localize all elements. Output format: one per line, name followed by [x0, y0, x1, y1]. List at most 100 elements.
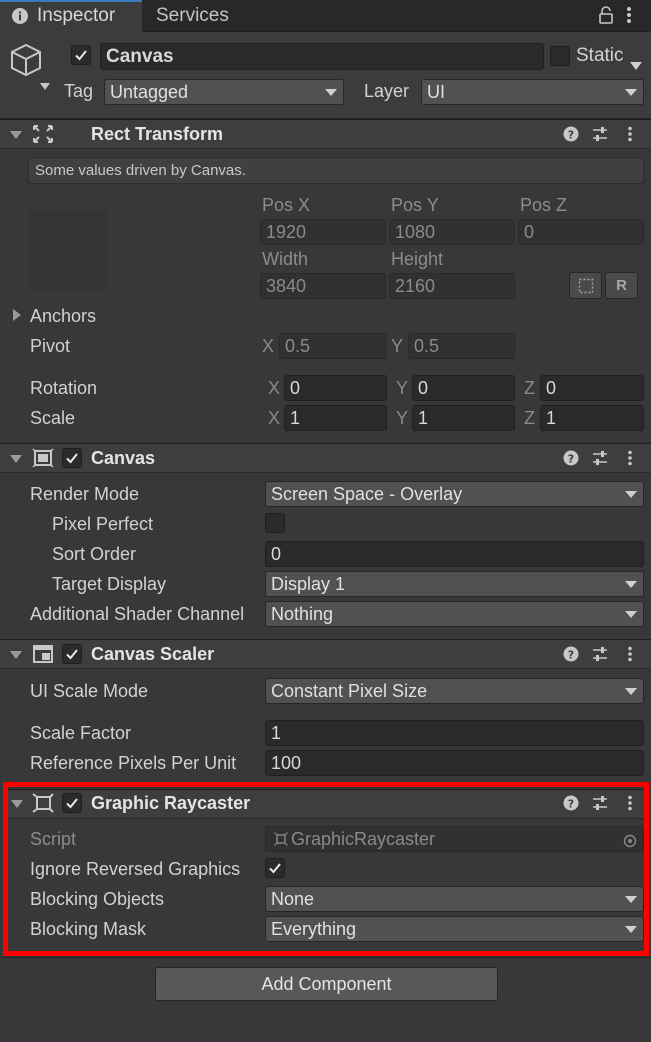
- layer-value: UI: [427, 81, 445, 102]
- tab-inspector-label: Inspector: [37, 5, 116, 26]
- canvas-scaler-title: Canvas Scaler: [91, 644, 215, 664]
- help-icon[interactable]: ?: [563, 646, 579, 667]
- help-icon[interactable]: ?: [563, 795, 579, 816]
- width-field[interactable]: 3840: [260, 273, 386, 299]
- tab-services[interactable]: Services: [156, 5, 229, 27]
- static-dropdown-caret-icon[interactable]: [630, 54, 642, 75]
- kebab-menu-icon[interactable]: [626, 6, 632, 29]
- render-mode-value: Screen Space - Overlay: [271, 483, 463, 504]
- layer-label: Layer: [364, 81, 410, 101]
- preset-sliders-icon[interactable]: [592, 450, 608, 471]
- layer-dropdown[interactable]: UI: [421, 79, 644, 105]
- preset-sliders-icon[interactable]: [592, 795, 608, 816]
- render-mode-dropdown[interactable]: Screen Space - Overlay: [265, 481, 644, 507]
- rect-transform-foldout-icon[interactable]: [10, 131, 22, 139]
- canvas-enabled-checkbox[interactable]: [62, 448, 82, 468]
- static-checkbox[interactable]: [550, 46, 570, 66]
- scale-y-field[interactable]: 1: [412, 405, 515, 431]
- blocking-objects-dropdown[interactable]: None: [265, 886, 644, 912]
- anchors-label[interactable]: Anchors: [30, 306, 96, 327]
- canvas-icon: [32, 448, 54, 468]
- scale-x-axis-label: X: [268, 408, 281, 428]
- script-field[interactable]: GraphicRaycaster: [265, 826, 644, 852]
- canvas-scaler-enabled-checkbox[interactable]: [62, 644, 82, 664]
- svg-text:?: ?: [568, 129, 574, 142]
- render-mode-label: Render Mode: [30, 484, 140, 504]
- canvas-scaler-icon: [32, 644, 54, 664]
- preset-sliders-icon[interactable]: [592, 646, 608, 667]
- pixel-perfect-checkbox[interactable]: [265, 513, 285, 533]
- script-label: Script: [30, 829, 77, 849]
- pivot-y-axis-label: Y: [391, 336, 404, 356]
- divider: [0, 957, 651, 958]
- chevron-down-icon: [625, 491, 637, 498]
- help-icon[interactable]: ?: [563, 450, 579, 471]
- scale-factor-field[interactable]: 1: [265, 720, 644, 746]
- pos-y-field[interactable]: 1080: [389, 219, 515, 245]
- pos-z-label: Pos Z: [520, 195, 568, 215]
- ignore-reversed-label: Ignore Reversed Graphics: [30, 859, 241, 879]
- anchors-foldout-icon[interactable]: [13, 309, 21, 321]
- chevron-down-icon: [625, 896, 637, 903]
- component-menu-icon[interactable]: [627, 646, 633, 667]
- scale-label: Scale: [30, 408, 76, 428]
- pivot-x-field[interactable]: 0.5: [279, 333, 386, 359]
- pos-z-field[interactable]: 0: [518, 219, 644, 245]
- ignore-reversed-checkbox[interactable]: [265, 858, 285, 878]
- graphic-raycaster-enabled-checkbox[interactable]: [62, 793, 82, 813]
- height-field[interactable]: 2160: [389, 273, 515, 299]
- object-name-field[interactable]: Canvas: [100, 43, 544, 70]
- rotation-x-field[interactable]: 0: [284, 375, 387, 401]
- component-menu-icon[interactable]: [627, 450, 633, 471]
- raw-edit-label: R: [616, 277, 627, 294]
- script-icon: [274, 832, 288, 846]
- rotation-y-field[interactable]: 0: [412, 375, 515, 401]
- object-picker-icon[interactable]: [623, 832, 637, 851]
- rotation-z-field[interactable]: 0: [540, 375, 644, 401]
- shader-channels-dropdown[interactable]: Nothing: [265, 601, 644, 627]
- sort-order-field[interactable]: 0: [265, 541, 644, 567]
- ref-ppu-label: Reference Pixels Per Unit: [30, 753, 237, 773]
- raw-edit-mode-button[interactable]: R: [605, 272, 638, 299]
- blocking-mask-dropdown[interactable]: Everything: [265, 916, 644, 942]
- add-component-button[interactable]: Add Component: [155, 967, 498, 1001]
- canvas-title: Canvas: [91, 448, 156, 468]
- scale-x-field[interactable]: 1: [284, 405, 387, 431]
- width-label: Width: [262, 249, 309, 269]
- target-display-dropdown[interactable]: Display 1: [265, 571, 644, 597]
- scale-factor-label: Scale Factor: [30, 723, 132, 743]
- ui-scale-mode-dropdown[interactable]: Constant Pixel Size: [265, 678, 644, 704]
- shader-channels-value: Nothing: [271, 603, 334, 624]
- target-display-label: Target Display: [52, 574, 167, 594]
- tag-dropdown[interactable]: Untagged: [104, 79, 344, 105]
- ref-ppu-field[interactable]: 100: [265, 750, 644, 776]
- gameobject-cube-icon[interactable]: [10, 43, 42, 82]
- graphic-raycaster-foldout-icon[interactable]: [11, 800, 23, 808]
- rect-transform-title: Rect Transform: [91, 124, 224, 144]
- pos-x-field[interactable]: 1920: [260, 219, 386, 245]
- ui-scale-mode-label: UI Scale Mode: [30, 681, 149, 701]
- rotation-label: Rotation: [30, 378, 98, 398]
- component-menu-icon[interactable]: [627, 126, 633, 147]
- preset-sliders-icon[interactable]: [592, 126, 608, 147]
- blueprint-mode-button[interactable]: [569, 272, 602, 299]
- blueprint-icon: [578, 278, 593, 293]
- scale-z-field[interactable]: 1: [540, 405, 644, 431]
- lock-icon[interactable]: [598, 6, 614, 29]
- component-menu-icon[interactable]: [627, 795, 633, 816]
- help-icon[interactable]: ?: [563, 126, 579, 147]
- pivot-label: Pivot: [30, 336, 71, 356]
- chevron-down-icon: [625, 926, 637, 933]
- script-value: GraphicRaycaster: [291, 828, 436, 849]
- canvas-scaler-foldout-icon[interactable]: [10, 651, 22, 659]
- scale-z-axis-label: Z: [524, 408, 535, 428]
- pos-x-label: Pos X: [262, 195, 311, 215]
- object-active-checkbox[interactable]: [71, 45, 91, 65]
- canvas-foldout-icon[interactable]: [10, 455, 22, 463]
- pivot-y-field[interactable]: 0.5: [408, 333, 515, 359]
- blocking-mask-label: Blocking Mask: [30, 919, 147, 939]
- icon-dropdown-caret-icon[interactable]: [40, 74, 50, 95]
- info-icon: [12, 8, 28, 29]
- anchor-presets-button[interactable]: [28, 210, 108, 290]
- target-display-value: Display 1: [271, 573, 346, 594]
